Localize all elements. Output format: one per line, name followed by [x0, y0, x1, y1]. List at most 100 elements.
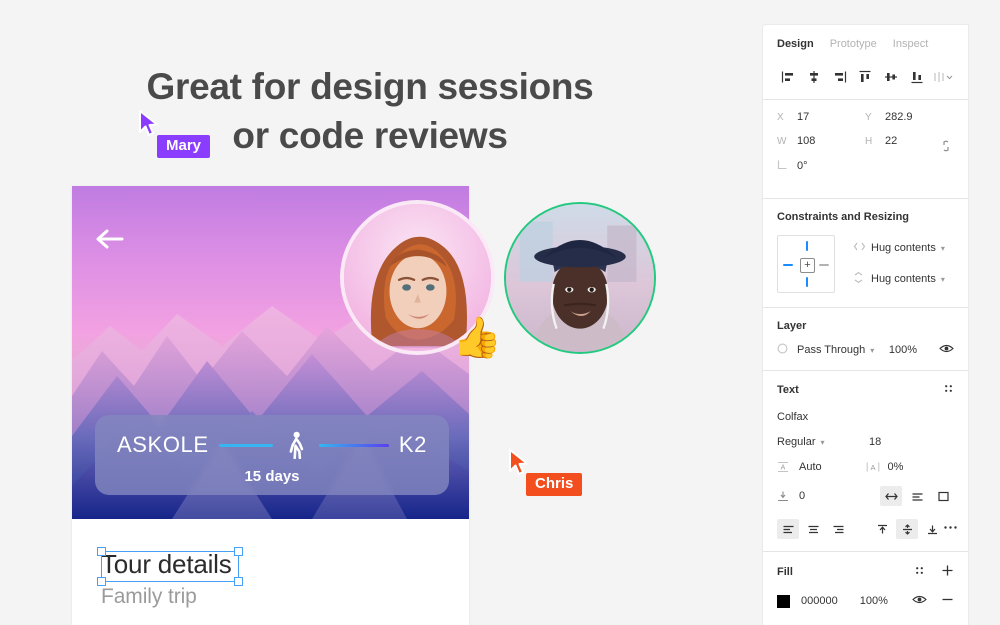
align-top-icon[interactable] — [854, 66, 876, 88]
angle-field[interactable]: 0° — [777, 159, 865, 173]
auto-height-icon[interactable] — [906, 486, 928, 506]
figma-canvas-screen: Great for design sessions or code review… — [0, 0, 1000, 625]
constraint-right-marker[interactable] — [819, 264, 829, 266]
more-options-icon[interactable] — [943, 522, 958, 536]
chevron-down-icon[interactable]: ▾ — [941, 244, 945, 253]
width-label: W — [777, 135, 787, 147]
align-left-icon[interactable] — [777, 66, 799, 88]
line-height-value: Auto — [799, 461, 822, 473]
font-style-row: Regular ▾ 18 — [777, 436, 954, 448]
y-value: 282.9 — [885, 111, 913, 123]
plus-icon[interactable] — [941, 564, 954, 580]
fill-color-swatch[interactable] — [777, 594, 790, 608]
size-row: W 108 H 22 — [777, 135, 954, 147]
width-value: 108 — [797, 135, 816, 147]
distribute-dropdown-icon[interactable] — [932, 66, 954, 88]
constraints-body: + Hug contents ▾ Hug contents ▾ — [777, 235, 954, 293]
constraint-center-icon[interactable]: + — [800, 258, 815, 273]
text-section: Text Colfax Regular ▾ 18 A Auto A 0% 0 — [763, 371, 968, 552]
vertical-resizing-value: Hug contents — [871, 273, 936, 285]
font-weight-field[interactable]: Regular ▾ — [777, 436, 869, 448]
chevron-down-icon[interactable]: ▾ — [870, 346, 874, 355]
fill-style-icon[interactable] — [914, 565, 925, 579]
collaborator-name-tag: Chris — [526, 473, 583, 496]
angle-value: 0° — [797, 160, 808, 172]
text-align-group — [777, 519, 849, 539]
line-height-field[interactable]: A Auto — [777, 461, 866, 473]
text-align-right-icon[interactable] — [827, 519, 849, 539]
constraints-section: Constraints and Resizing + Hug contents — [763, 199, 968, 308]
align-vertical-center-icon[interactable] — [880, 66, 902, 88]
fill-color-row: 000000 100% — [777, 593, 954, 609]
y-field[interactable]: Y 282.9 — [865, 111, 953, 123]
collaborator-name-tag: Mary — [157, 135, 211, 158]
arrow-left-icon[interactable] — [96, 227, 128, 251]
auto-width-icon[interactable] — [880, 486, 902, 506]
panel-tabs: Design Prototype Inspect — [763, 25, 968, 60]
letter-spacing-icon: A — [866, 461, 888, 473]
blend-mode-icon — [777, 343, 797, 357]
text-align-center-icon[interactable] — [802, 519, 824, 539]
tab-design[interactable]: Design — [777, 38, 814, 50]
angle-icon — [777, 159, 797, 173]
spacing-row-2: 0 — [777, 486, 954, 506]
avatar-chris[interactable] — [504, 202, 656, 354]
eye-icon[interactable] — [912, 594, 927, 608]
tour-details-title[interactable]: Tour details — [101, 549, 232, 579]
tab-inspect[interactable]: Inspect — [893, 38, 928, 50]
tour-subtitle: Family trip — [101, 585, 197, 608]
transform-fields: X 17 Y 282.9 W 108 H 22 0° — [763, 100, 968, 199]
text-align-left-icon[interactable] — [777, 519, 799, 539]
font-weight-value: Regular — [777, 436, 816, 448]
x-label: X — [777, 111, 784, 123]
tab-prototype[interactable]: Prototype — [830, 38, 877, 50]
fixed-size-icon[interactable] — [932, 486, 954, 506]
collaborator-cursor-chris: Chris — [508, 449, 583, 496]
text-align-top-icon[interactable] — [871, 519, 893, 539]
font-size-value[interactable]: 18 — [869, 436, 881, 448]
trek-segment-right — [318, 443, 389, 447]
blend-mode-value[interactable]: Pass Through — [797, 344, 865, 356]
layer-opacity-value[interactable]: 100% — [889, 344, 917, 356]
vertical-resizing-row[interactable]: Hug contents ▾ — [853, 271, 954, 287]
alignment-toolbar — [763, 60, 968, 100]
fill-row-actions — [912, 593, 954, 609]
fill-hex-value[interactable]: 000000 — [801, 595, 838, 607]
link-constrain-icon[interactable] — [940, 138, 952, 157]
constraint-widget[interactable]: + — [777, 235, 835, 293]
font-family-value[interactable]: Colfax — [777, 411, 954, 423]
letter-spacing-field[interactable]: A 0% — [866, 461, 955, 473]
constraint-left-marker[interactable] — [783, 264, 793, 266]
height-value: 22 — [885, 135, 898, 147]
width-field[interactable]: W 108 — [777, 135, 865, 147]
chevron-down-icon[interactable]: ▾ — [941, 275, 945, 284]
horizontal-resizing-row[interactable]: Hug contents ▾ — [853, 241, 954, 255]
x-field[interactable]: X 17 — [777, 111, 865, 123]
spacing-row-1: A Auto A 0% — [777, 461, 954, 473]
trek-origin-label: ASKOLE — [117, 432, 209, 458]
constraint-bottom-marker[interactable] — [806, 277, 808, 287]
avatar-image-chris — [506, 204, 654, 352]
resize-vertical-icon — [853, 271, 871, 287]
text-align-bottom-icon[interactable] — [921, 519, 943, 539]
fill-section: Fill 000000 100% — [763, 552, 968, 621]
rotation-row: 0° — [777, 159, 954, 173]
eye-icon[interactable] — [939, 343, 954, 357]
text-section-header: Text — [777, 383, 954, 397]
align-right-icon[interactable] — [829, 66, 851, 88]
fill-opacity-value[interactable]: 100% — [860, 595, 888, 607]
align-horizontal-center-icon[interactable] — [803, 66, 825, 88]
fill-header-actions — [914, 564, 954, 580]
text-align-middle-icon[interactable] — [896, 519, 918, 539]
trek-route-row: ASKOLE K2 — [95, 415, 449, 460]
height-label: H — [865, 135, 873, 147]
align-bottom-icon[interactable] — [906, 66, 928, 88]
headline-line-1: Great for design sessions — [146, 66, 594, 107]
layer-controls: Pass Through ▾ 100% — [777, 343, 954, 357]
properties-panel: Design Prototype Inspect X 17 Y 282.9 W … — [763, 25, 968, 625]
text-settings-icon[interactable] — [943, 383, 954, 397]
minus-icon[interactable] — [941, 593, 954, 609]
chevron-down-icon[interactable]: ▾ — [821, 438, 825, 447]
paragraph-spacing-field[interactable]: 0 — [777, 490, 869, 502]
constraint-top-marker[interactable] — [806, 241, 808, 251]
